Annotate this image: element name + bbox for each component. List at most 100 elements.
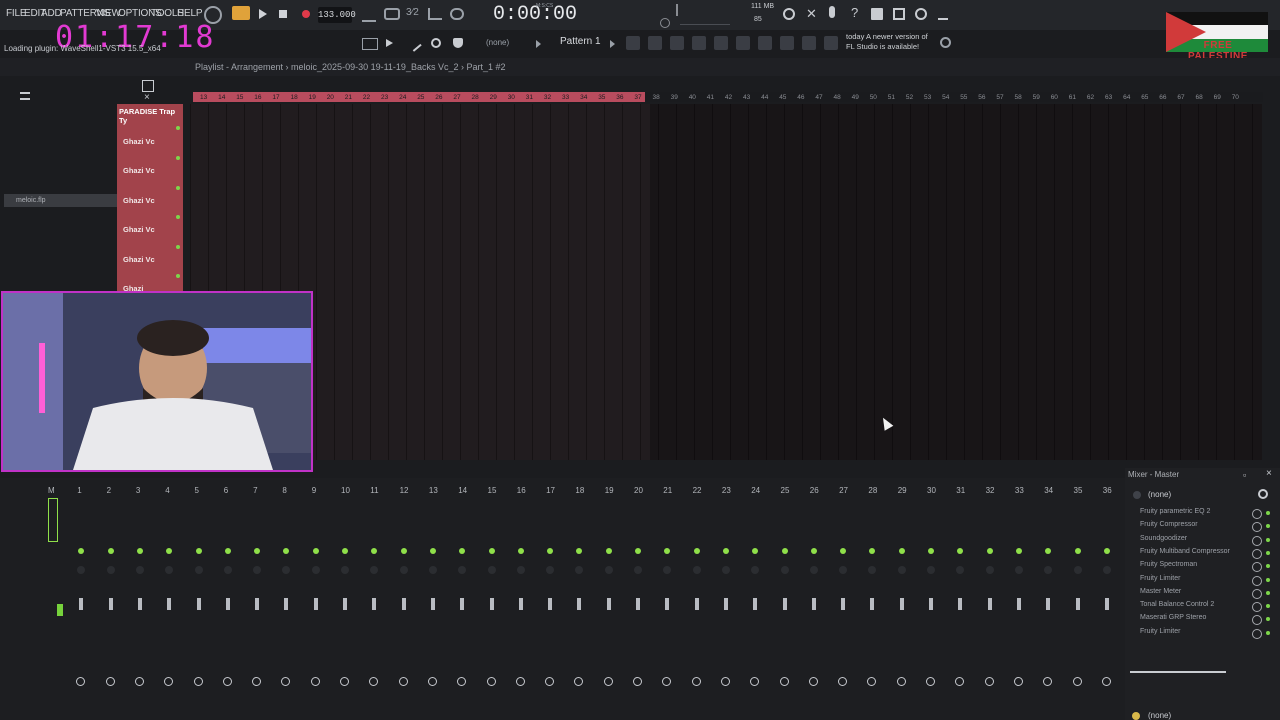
pencil-icon[interactable] <box>406 36 422 52</box>
mixer-channel-led[interactable] <box>195 548 202 554</box>
mixer-channel-number[interactable]: 25 <box>781 486 790 495</box>
mixer-channel-fader[interactable] <box>108 598 113 610</box>
pattern-song-toggle[interactable] <box>232 6 250 20</box>
update-notice[interactable]: today A newer version of FL Studio is av… <box>846 32 928 52</box>
slot-mix-knob[interactable] <box>1252 548 1262 559</box>
move-icon[interactable] <box>142 80 154 92</box>
mixer-pan-knob[interactable] <box>194 566 203 574</box>
mixer-channel-fader[interactable] <box>284 598 289 610</box>
mixer-pan-knob[interactable] <box>135 566 144 574</box>
playlist-menu-icon[interactable] <box>20 92 30 100</box>
mixer-route-button[interactable] <box>984 677 994 686</box>
mixer-close-icon[interactable]: × <box>1266 468 1272 479</box>
mixer-icon[interactable] <box>692 36 706 50</box>
record-icon[interactable] <box>302 10 310 18</box>
clipboard-icon[interactable] <box>736 36 750 50</box>
mixer-route-button[interactable] <box>310 677 320 686</box>
stop-icon[interactable] <box>279 10 287 18</box>
mixer-effect-slot[interactable]: Maserati GRP Stereo <box>1140 614 1206 621</box>
mixer-effect-slot[interactable]: Tonal Balance Control 2 <box>1140 601 1214 608</box>
mixer-pan-knob[interactable] <box>721 566 730 574</box>
mixer-channel-number[interactable]: 22 <box>693 486 702 495</box>
mixer-pan-knob[interactable] <box>341 566 349 574</box>
mixer-route-button[interactable] <box>515 677 525 686</box>
mixer-route-button[interactable] <box>427 677 437 686</box>
mixer-channel-led[interactable] <box>1103 548 1110 554</box>
metronome-icon[interactable] <box>362 8 376 22</box>
mixer-channel-led[interactable] <box>107 548 114 554</box>
mixer-route-button[interactable] <box>1101 677 1111 686</box>
track-mute-led[interactable] <box>176 245 180 249</box>
mixer-channel-fader[interactable] <box>606 598 611 610</box>
mixer-route-button[interactable] <box>1013 677 1023 686</box>
mixer-effect-slot[interactable]: Fruity Compressor <box>1140 521 1198 528</box>
track-label[interactable]: Ghazi Vc <box>123 137 155 146</box>
touch-controller-icon[interactable] <box>780 36 794 50</box>
mixer-effect-slot[interactable]: Master Meter <box>1140 588 1181 595</box>
mixer-channel-number[interactable]: 26 <box>810 486 819 495</box>
mixer-channel-led[interactable] <box>898 548 905 554</box>
mixer-channel-led[interactable] <box>635 548 641 554</box>
mixer-effect-slot[interactable]: Soundgoodizer <box>1140 535 1187 542</box>
stamp-icon[interactable] <box>453 38 463 48</box>
mixer-channel-fader[interactable] <box>343 598 347 610</box>
channel-rack-icon[interactable] <box>670 36 684 50</box>
mixer-channel-fader[interactable] <box>196 598 201 610</box>
mixer-channel-number[interactable]: 14 <box>458 486 467 495</box>
track-label[interactable]: Ghazi Vc <box>123 255 155 264</box>
track-label[interactable]: PARADISE Trap Ty <box>119 107 183 125</box>
countdown-icon[interactable]: 3⁄2 <box>406 7 419 18</box>
mixer-channel-fader[interactable] <box>548 598 553 610</box>
mixer-channel-number[interactable]: 29 <box>898 486 907 495</box>
mixer-channel-number[interactable]: 36 <box>1103 486 1112 495</box>
mixer-preset[interactable]: (none) <box>1148 490 1171 499</box>
browser-file-item[interactable]: meloic.flp <box>4 194 117 207</box>
slot-mix-knob[interactable] <box>1252 575 1262 586</box>
slot-mix-knob[interactable] <box>1252 535 1262 546</box>
playlist-icon[interactable] <box>626 36 640 50</box>
mixer-minimize-icon[interactable]: ▫ <box>1243 470 1246 480</box>
link-icon[interactable] <box>431 38 441 48</box>
mixer-channel-number[interactable]: 6 <box>224 486 228 495</box>
mixer-effect-slot[interactable]: Fruity Limiter <box>1140 628 1180 635</box>
mixer-channel-fader[interactable] <box>723 598 728 610</box>
mixer-channel-number[interactable]: 8 <box>282 486 286 495</box>
mixer-channel-led[interactable] <box>400 548 407 554</box>
mixer-channel-fader[interactable] <box>518 598 523 610</box>
mixer-channel-number[interactable]: 34 <box>1044 486 1053 495</box>
mixer-channel-fader[interactable] <box>841 598 846 610</box>
mixer-channel-number[interactable]: 3 <box>136 486 140 495</box>
stereo-separation-slider[interactable] <box>1130 671 1226 673</box>
mixer-pan-knob[interactable] <box>927 566 935 574</box>
download-icon[interactable] <box>938 8 948 20</box>
mixer-channel-fader[interactable] <box>255 598 260 610</box>
tempo-display[interactable]: 133.000 <box>318 7 356 23</box>
slot-enable-led[interactable] <box>1266 511 1270 515</box>
track-mute-led[interactable] <box>176 156 180 160</box>
mixer-pan-knob[interactable] <box>604 566 613 574</box>
mixer-route-button[interactable] <box>720 677 730 686</box>
mixer-bottom-preset[interactable]: (none) <box>1148 711 1171 720</box>
plugin-database-icon[interactable] <box>893 8 905 20</box>
mixer-channel-number[interactable]: 12 <box>400 486 409 495</box>
mixer-channel-number[interactable]: M <box>48 486 55 495</box>
mixer-channel-number[interactable]: 27 <box>839 486 848 495</box>
mixer-effect-slot[interactable]: Fruity parametric EQ 2 <box>1140 508 1210 515</box>
mixer-channel-led[interactable] <box>136 548 143 554</box>
mixer-pan-knob[interactable] <box>1014 566 1023 574</box>
mixer-channel-number[interactable]: 20 <box>634 486 643 495</box>
cut-icon[interactable]: ✕ <box>806 6 817 22</box>
mixer-channel-led[interactable] <box>722 548 729 554</box>
mixer-channel-number[interactable]: 17 <box>546 486 555 495</box>
track-mute-led[interactable] <box>176 126 180 130</box>
menu-add[interactable]: ADD <box>41 8 62 19</box>
mixer-route-button[interactable] <box>105 677 115 686</box>
mixer-channel-fader[interactable] <box>753 598 758 610</box>
master-fader[interactable] <box>48 498 58 542</box>
plugin-picker-icon[interactable] <box>758 36 772 50</box>
mixer-channel-fader[interactable] <box>1104 598 1109 610</box>
mixer-channel-led[interactable] <box>224 548 231 554</box>
slot-enable-led[interactable] <box>1266 577 1270 582</box>
mixer-pan-knob[interactable] <box>516 566 525 574</box>
mixer-route-button[interactable] <box>633 677 642 686</box>
